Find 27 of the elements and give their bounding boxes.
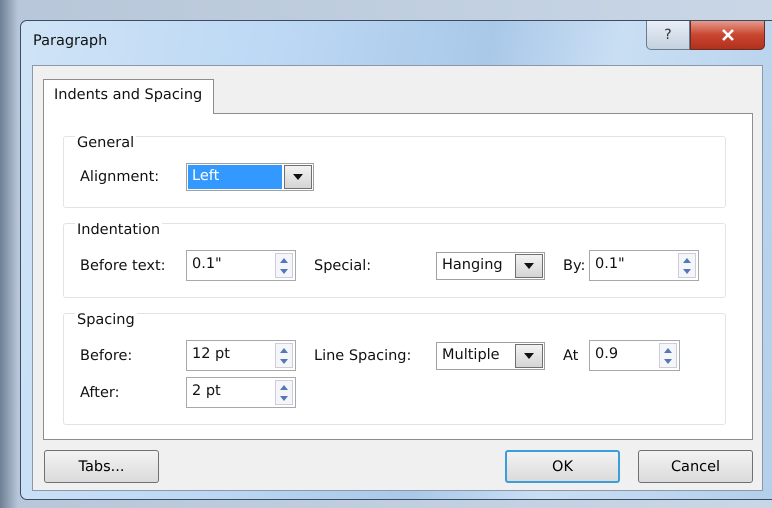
spin-field[interactable]: 12 pt [186, 340, 296, 371]
dropdown[interactable]: Multiple [436, 342, 545, 370]
field-label: At [563, 348, 580, 364]
dialog-button[interactable]: OK [505, 450, 620, 483]
field-label: Special: [314, 258, 372, 274]
field-label: Line Spacing: [314, 348, 412, 364]
window-title: Paragraph [33, 33, 108, 49]
help-button[interactable]: ? [646, 21, 690, 50]
dialog-button[interactable]: Tabs... [44, 450, 159, 483]
field-label: By: [563, 258, 586, 274]
dropdown[interactable]: Hanging [436, 252, 545, 280]
dialog-button[interactable]: Cancel [638, 450, 753, 483]
field-label: Before text: [80, 258, 167, 274]
caret-icon [524, 262, 534, 268]
spin-field[interactable]: 2 pt [186, 377, 296, 408]
group-title: Spacing [75, 312, 137, 328]
caret-icon [293, 174, 303, 180]
caret-icon [524, 352, 534, 358]
close-icon [720, 29, 736, 41]
field-label: Before: [80, 348, 134, 364]
spin-field[interactable]: 0.1" [589, 250, 699, 281]
close-button[interactable] [690, 21, 765, 50]
spin-field[interactable]: 0.1" [186, 250, 296, 281]
tab[interactable]: Indents and Spacing [43, 79, 214, 114]
field-label: Alignment: [80, 169, 160, 185]
spin-field[interactable]: 0.9 [589, 340, 680, 371]
field-label: After: [80, 384, 120, 400]
